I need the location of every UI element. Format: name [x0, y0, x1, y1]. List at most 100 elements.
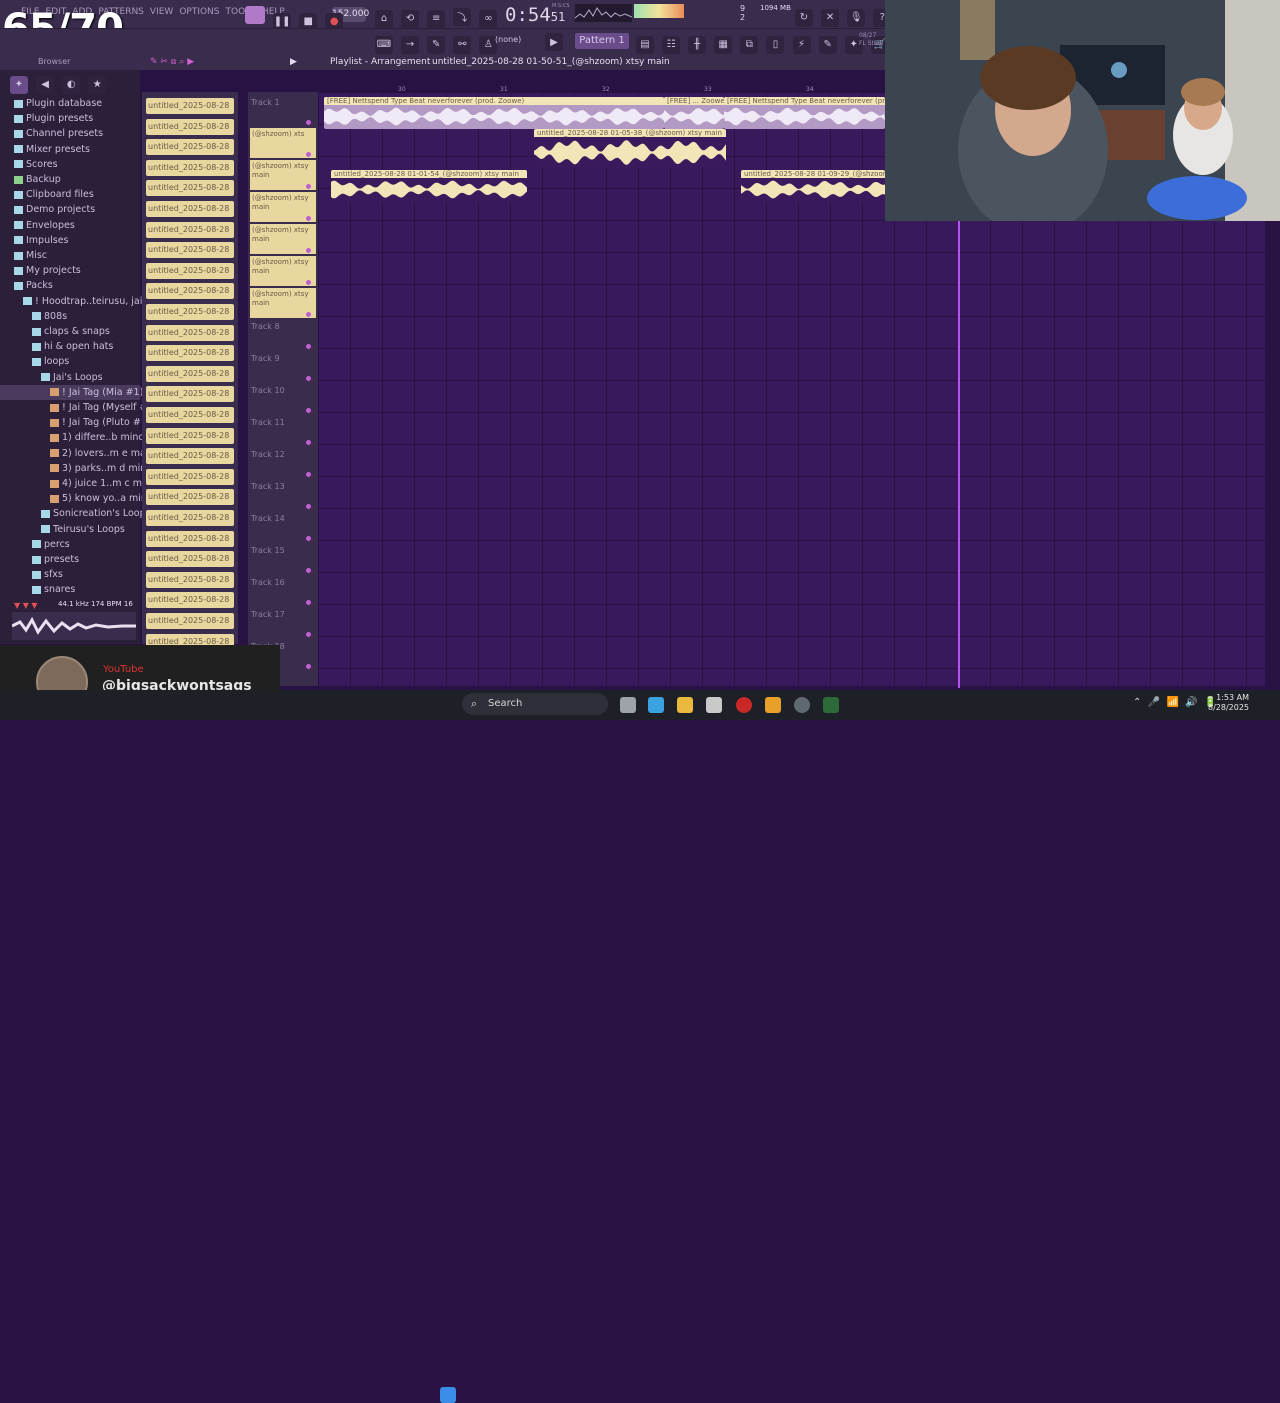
browser-item[interactable]: Impulses: [0, 233, 140, 248]
browser-item[interactable]: sfxs: [0, 567, 140, 582]
browser-item[interactable]: Scores: [0, 157, 140, 172]
browser-star-icon[interactable]: ★: [88, 75, 107, 94]
browser-item[interactable]: 2) lovers..m e major: [0, 446, 158, 461]
browser-item[interactable]: Jai's Loops: [0, 370, 140, 385]
browser-item[interactable]: hi & open hats: [0, 339, 140, 354]
menu-item-options[interactable]: OPTIONS: [176, 7, 222, 17]
browser-item[interactable]: 1) differe..b minor: [0, 430, 148, 445]
track-mute-dot[interactable]: [306, 280, 311, 285]
track-mute-dot[interactable]: [306, 344, 311, 349]
browser-item[interactable]: ! Hoodtrap..teirusu, jai): [0, 294, 146, 309]
track-mute-dot[interactable]: [306, 184, 311, 189]
browser-all-icon[interactable]: ✦: [10, 75, 28, 94]
browser-item[interactable]: Misc: [0, 248, 140, 263]
pattern-clip-item[interactable]: untitled_2025-08-28 01-: [146, 201, 234, 217]
track-mute-dot[interactable]: [306, 568, 311, 573]
pattern-clip-item[interactable]: untitled_2025-08-28 01-: [146, 365, 234, 382]
track-label[interactable]: Track 15: [251, 546, 285, 555]
track-mute-dot[interactable]: [306, 440, 311, 445]
browser-item[interactable]: presets: [0, 552, 140, 567]
pattern-clip-item[interactable]: untitled_2025-08-28 01-: [146, 324, 234, 341]
track-mute-dot[interactable]: [306, 120, 311, 125]
pattern-clip-item[interactable]: untitled_2025-08-28 01-: [146, 283, 234, 300]
pattern-clip-item[interactable]: untitled_2025-08-28 01-: [146, 427, 234, 444]
track-label[interactable]: Track 9: [251, 354, 280, 363]
mic-icon[interactable]: 🎙: [847, 8, 866, 27]
pattern-clip-item[interactable]: untitled_2025-08-28 01-: [146, 345, 234, 362]
loop-record-icon[interactable]: ∞: [479, 9, 498, 28]
pattern-clip-item[interactable]: untitled_2025-08-28 01-: [146, 489, 234, 506]
track-mute-dot[interactable]: [306, 248, 311, 253]
browser-item[interactable]: 3) parks..m d minor: [0, 461, 156, 476]
pattern-clip-item[interactable]: untitled_2025-08-28 01-: [146, 571, 234, 588]
plug-icon[interactable]: ⚡: [792, 35, 811, 54]
browser-item[interactable]: Plugin database: [0, 96, 140, 111]
mixer-icon[interactable]: ╫: [688, 35, 707, 54]
file-explorer-icon[interactable]: [677, 697, 693, 713]
pattern-clip-item[interactable]: untitled_2025-08-28 01-: [146, 551, 234, 568]
track-mute-dot[interactable]: [306, 600, 311, 605]
playlist-arrow-icon[interactable]: ▶: [290, 54, 297, 70]
blend-icon[interactable]: ⤵: [453, 7, 472, 26]
track-mute-dot[interactable]: [306, 408, 311, 413]
browser-item[interactable]: claps & snaps: [0, 324, 140, 339]
browser-item[interactable]: Sonicreation's Loops: [0, 506, 151, 521]
menu-item-view[interactable]: VIEW: [147, 7, 176, 17]
browser-item[interactable]: 808s: [0, 309, 140, 324]
metronome-icon[interactable]: ⌂: [375, 9, 393, 28]
audio-clip[interactable]: untitled_2025-08-28 01-05-38_(@shzoom) x…: [534, 129, 726, 169]
pattern-clip-item[interactable]: untitled_2025-08-28 01-: [146, 159, 234, 176]
pattern-clip-item[interactable]: untitled_2025-08-28 01-: [146, 448, 234, 465]
audio-clip[interactable]: untitled_2025-08-28 01-01-54_(@shzoom) x…: [331, 170, 527, 202]
audio-clip[interactable]: [FREE] ... Zoowe): [664, 97, 724, 129]
keyboard-icon[interactable]: ⌨: [375, 35, 393, 54]
browser-item[interactable]: ! Jai Tag (Mia #1): [0, 384, 143, 400]
track-label[interactable]: Track 8: [251, 322, 280, 331]
track-mute-dot[interactable]: [306, 216, 311, 221]
sample-play-icon[interactable]: ▼ ▼ ▼: [14, 601, 38, 610]
audio-clip[interactable]: [FREE] Nettspend Type Beat neverforever …: [724, 97, 885, 129]
browser-item[interactable]: snares: [0, 582, 140, 597]
step-icon[interactable]: ≡: [427, 9, 446, 28]
task-view-icon[interactable]: [620, 697, 636, 713]
refresh-icon[interactable]: ↻: [795, 8, 813, 27]
browser-icon[interactable]: ⧉: [740, 35, 759, 54]
pattern-clip-item[interactable]: untitled_2025-08-28 01-: [146, 468, 234, 485]
browser-item[interactable]: Backup: [0, 172, 140, 187]
browser-item[interactable]: Channel presets: [0, 126, 140, 141]
mic-input-icon[interactable]: ✎: [818, 35, 837, 54]
terminal-icon[interactable]: [823, 697, 839, 713]
pattern-clip-item[interactable]: untitled_2025-08-28 01-: [146, 510, 234, 526]
browser-item[interactable]: Packs: [0, 278, 140, 293]
audio-clip[interactable]: untitled_2025-08-28 01-09-29_(@shzoom) x…: [741, 170, 885, 202]
track-mute-dot[interactable]: [306, 472, 311, 477]
pattern-clip-item[interactable]: untitled_2025-08-28 01-: [146, 304, 234, 320]
pattern-clip-item[interactable]: untitled_2025-08-28 01-: [146, 386, 234, 403]
track-label[interactable]: Track 14: [251, 514, 285, 523]
pattern-arrow-icon[interactable]: ▶: [545, 33, 563, 51]
track-mute-dot[interactable]: [306, 152, 311, 157]
pattern-clip-item[interactable]: untitled_2025-08-28 01-: [146, 262, 234, 279]
track-label[interactable]: Track 1: [251, 98, 280, 107]
browser-item[interactable]: ! Jai Tag (Myself #2): [0, 400, 157, 415]
browser-item[interactable]: 5) know yo..a minor: [0, 491, 157, 506]
pattern-clip-item[interactable]: untitled_2025-08-28 01-: [146, 139, 234, 156]
track-label[interactable]: Track 17: [251, 610, 285, 619]
track-label[interactable]: Track 10: [251, 386, 285, 395]
browser-item[interactable]: Mixer presets: [0, 142, 140, 157]
browser-item[interactable]: Teirusu's Loops: [0, 522, 140, 537]
pattern-song-toggle[interactable]: [245, 6, 265, 24]
audio-clip[interactable]: [FREE] Nettspend Type Beat neverforever …: [324, 97, 664, 129]
piano-roll-icon[interactable]: ☷: [662, 35, 681, 54]
browser-item[interactable]: percs: [0, 537, 140, 552]
track-label[interactable]: Track 11: [251, 418, 285, 427]
track-mute-dot[interactable]: [306, 312, 311, 317]
draw-icon[interactable]: ✎: [427, 35, 446, 54]
pattern-clip-item[interactable]: untitled_2025-08-28 01-: [146, 98, 234, 114]
pattern-clip-item[interactable]: untitled_2025-08-28 01-: [146, 242, 234, 259]
windows-start-icon[interactable]: [440, 1387, 456, 1403]
browser-item[interactable]: 4) juice 1..m c major: [0, 476, 160, 491]
track-label[interactable]: Track 16: [251, 578, 285, 587]
channel-rack-icon[interactable]: ▦: [714, 35, 733, 54]
wait-record-icon[interactable]: ⟲: [401, 9, 420, 28]
